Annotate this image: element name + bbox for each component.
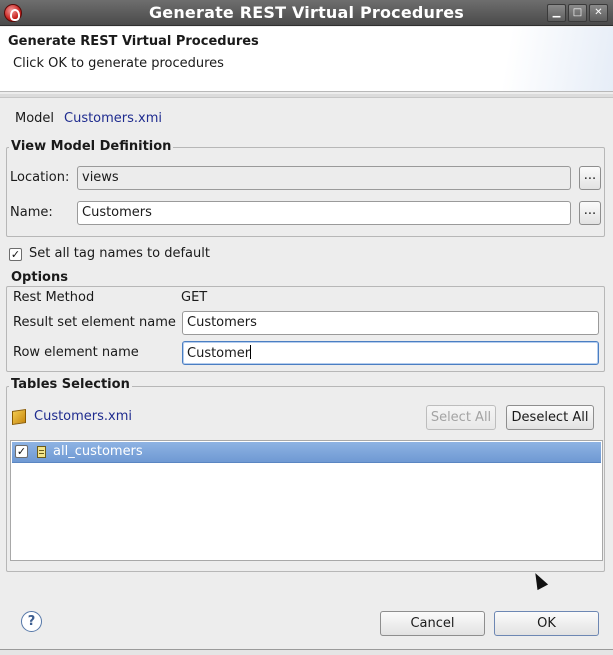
name-browse-button[interactable]: ... [579,201,601,225]
name-value: Customers [82,205,152,220]
text-caret [250,345,252,359]
deselect-all-button[interactable]: Deselect All [506,405,594,430]
minimize-icon: ▁ [552,7,561,18]
tables-selection-title: Tables Selection [9,377,132,392]
banner-separator [0,94,613,98]
row-element-label: Row element name [13,345,139,360]
row-element-value: Customer [187,346,251,361]
mouse-pointer-icon [530,570,549,591]
dialog-banner: Generate REST Virtual Procedures Click O… [0,27,613,92]
table-row[interactable]: ✓ all_customers [12,442,601,463]
close-button[interactable]: ✕ [589,4,608,22]
table-row-checkbox[interactable]: ✓ [15,445,28,458]
tables-source-label: Customers.xmi [34,409,133,424]
window-bottom-edge [0,649,613,655]
rest-method-value: GET [181,290,208,305]
location-field[interactable]: views [77,166,571,190]
window-titlebar[interactable]: Generate REST Virtual Procedures ▁ □ ✕ [0,0,613,26]
select-all-button[interactable]: Select All [426,405,496,430]
model-package-icon [12,409,26,425]
banner-title: Generate REST Virtual Procedures [8,34,259,49]
minimize-button[interactable]: ▁ [547,4,566,22]
result-set-field[interactable]: Customers [182,311,599,335]
name-field[interactable]: Customers [77,201,571,225]
help-icon[interactable]: ? [21,611,42,632]
location-label: Location: [10,170,70,185]
table-row-label: all_customers [53,444,143,459]
maximize-icon: □ [572,7,583,18]
close-icon: ✕ [594,7,603,18]
tag-names-checkbox[interactable]: ✓ [9,248,22,261]
table-icon [37,446,46,458]
model-label: Model [15,111,55,126]
row-element-field[interactable]: Customer [182,341,599,365]
result-set-label: Result set element name [13,315,176,330]
view-model-definition-title: View Model Definition [9,139,174,154]
window-title: Generate REST Virtual Procedures [148,3,465,22]
ok-button[interactable]: OK [494,611,599,636]
result-set-value: Customers [187,315,257,330]
location-browse-button[interactable]: ... [579,166,601,190]
maximize-button[interactable]: □ [568,4,587,22]
name-label: Name: [10,205,53,220]
model-value: Customers.xmi [64,111,163,126]
tables-list[interactable]: ✓ all_customers [10,440,603,561]
options-title: Options [9,270,70,285]
rest-method-label: Rest Method [13,290,95,305]
cancel-button[interactable]: Cancel [380,611,485,636]
tag-names-label[interactable]: Set all tag names to default [29,246,210,261]
banner-description: Click OK to generate procedures [13,56,224,71]
location-value: views [82,170,119,185]
